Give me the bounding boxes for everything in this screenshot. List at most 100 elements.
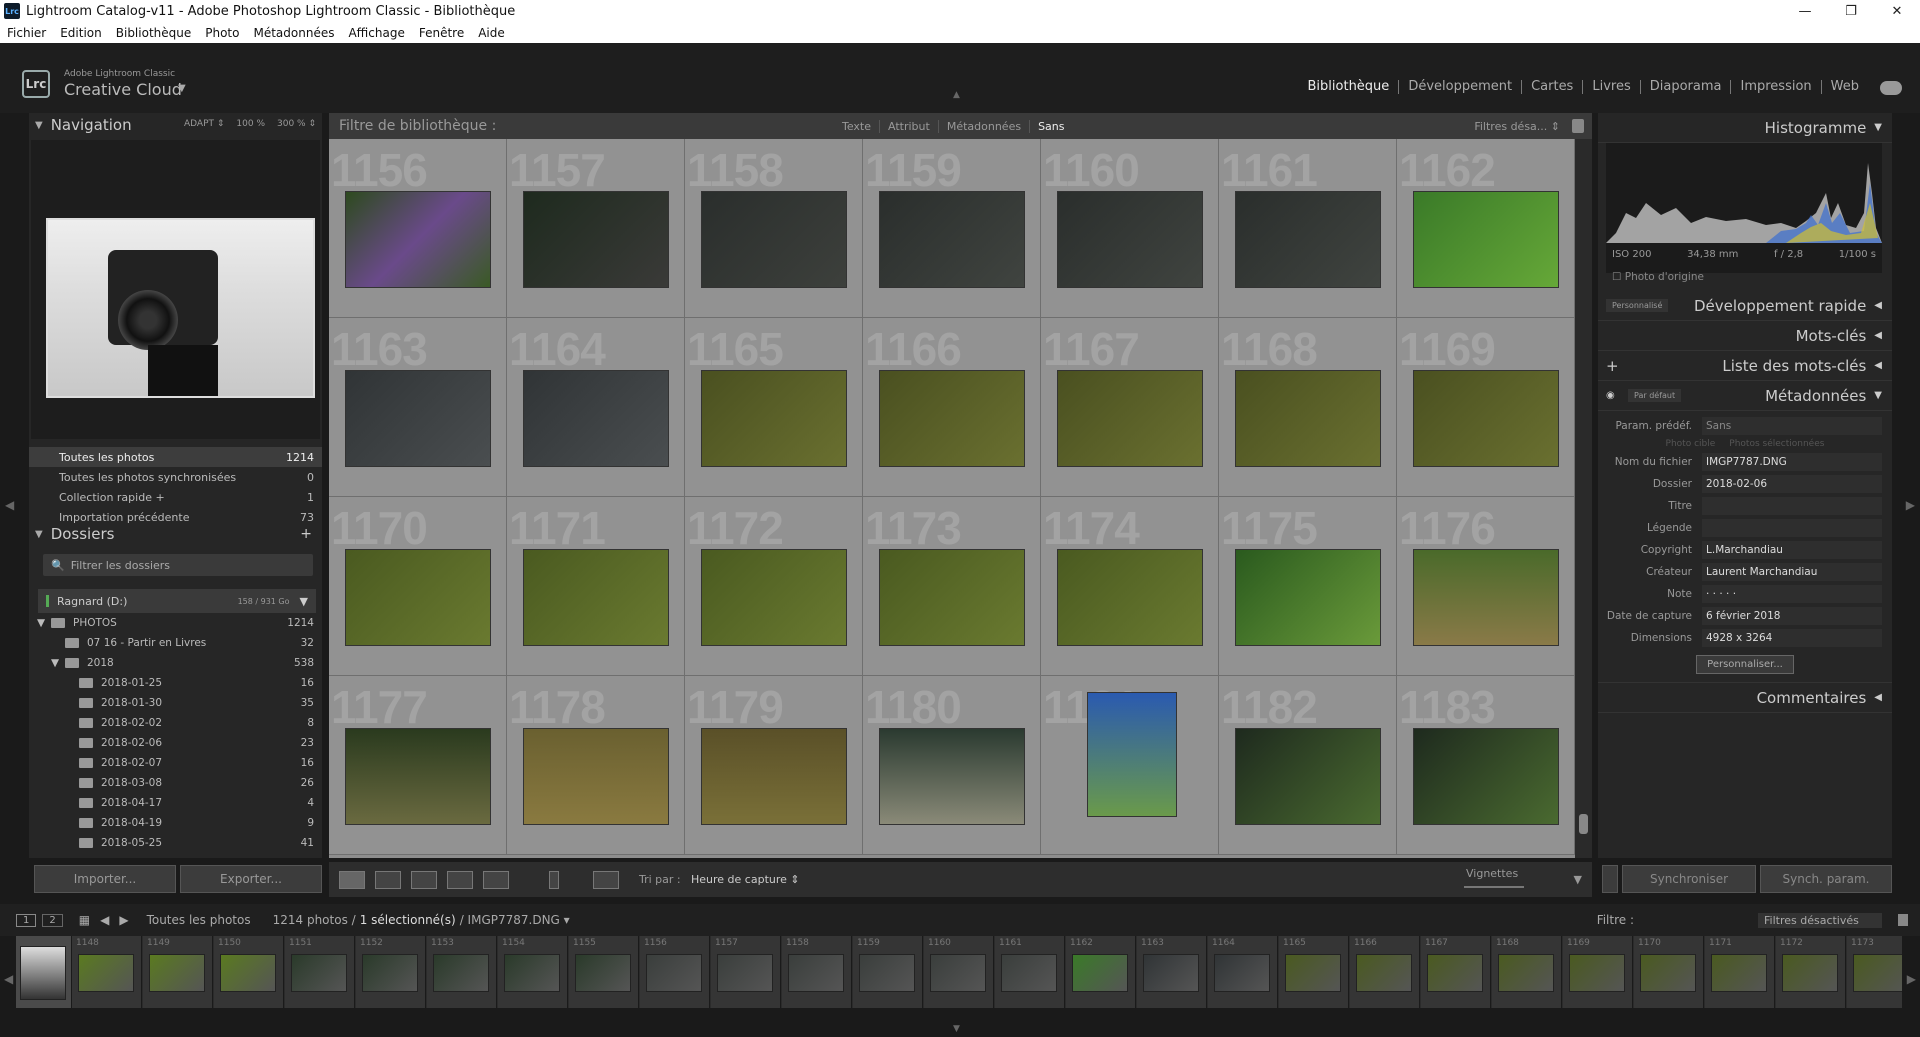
filmstrip-cell[interactable]: 1159 [853, 936, 923, 1008]
comments-header[interactable]: Commentaires ◀ [1598, 683, 1892, 713]
filmstrip-thumbnail[interactable] [20, 946, 66, 1000]
grid-cell[interactable]: 1176 [1397, 497, 1575, 676]
folder-row[interactable]: ▼ 2018 538 [29, 653, 322, 673]
cloud-sync-icon[interactable] [1880, 81, 1902, 95]
filmstrip-thumbnail[interactable] [220, 954, 276, 992]
filmstrip-thumbnail[interactable] [930, 954, 986, 992]
photo-thumbnail[interactable] [1413, 549, 1559, 646]
photo-thumbnail[interactable] [701, 370, 847, 467]
filmstrip-thumbnail[interactable] [433, 954, 489, 992]
metadata-value[interactable] [1702, 519, 1882, 537]
grid-cell[interactable]: 1156 [329, 139, 507, 318]
eye-icon[interactable]: ◉ [1606, 390, 1615, 401]
quick-develop-header[interactable]: Personnalisé Développement rapide ◀ [1598, 291, 1892, 321]
filter-none[interactable]: Sans [1029, 119, 1072, 133]
grid-cell[interactable]: 1182 [1219, 676, 1397, 855]
filmstrip-thumbnail[interactable] [362, 954, 418, 992]
menu-bibliotheque[interactable]: Bibliothèque [116, 26, 192, 40]
export-button[interactable]: Exporter... [180, 865, 322, 893]
volume-row[interactable]: Ragnard (D:) 158 / 931 Go ▼ [38, 589, 316, 613]
filmstrip-thumbnail[interactable] [1001, 954, 1057, 992]
module-livres[interactable]: Livres [1582, 80, 1639, 94]
sync-toggle-icon[interactable] [1602, 865, 1618, 893]
photo-thumbnail[interactable] [345, 370, 491, 467]
filmstrip-thumbnail[interactable] [717, 954, 773, 992]
folder-row[interactable]: 2018-04-17 4 [29, 793, 322, 813]
forward-arrow-icon[interactable]: ▶ [119, 913, 128, 927]
menu-photo[interactable]: Photo [205, 26, 239, 40]
keyword-list-header[interactable]: + Liste des mots-clés ◀ [1598, 351, 1892, 381]
folder-row[interactable]: ▼ PHOTOS 1214 [29, 613, 322, 633]
photo-thumbnail[interactable] [879, 370, 1025, 467]
folder-filter-input[interactable]: 🔍 Filtrer les dossiers [43, 554, 313, 576]
navigator-image[interactable] [46, 218, 315, 398]
module-diaporama[interactable]: Diaporama [1639, 80, 1731, 94]
photo-thumbnail[interactable] [523, 549, 669, 646]
grid-cell[interactable]: 1168 [1219, 318, 1397, 497]
filmstrip-cell[interactable]: 1163 [1137, 936, 1207, 1008]
photo-thumbnail[interactable] [345, 191, 491, 288]
filmstrip-cell[interactable]: 1157 [711, 936, 781, 1008]
grid-cell[interactable]: 1175 [1219, 497, 1397, 676]
filmstrip-cell[interactable]: 1168 [1492, 936, 1562, 1008]
photo-thumbnail[interactable] [345, 728, 491, 825]
filter-metadata[interactable]: Métadonnées [937, 119, 1029, 133]
catalog-item[interactable]: Collection rapide +1 [29, 487, 322, 507]
metadata-value[interactable]: L.Marchandiau [1702, 541, 1882, 559]
photo-thumbnail[interactable] [1057, 549, 1203, 646]
grid-cell[interactable]: 1157 [507, 139, 685, 318]
filmstrip-cell[interactable]: 1148 [72, 936, 142, 1008]
filmstrip-thumbnail[interactable] [788, 954, 844, 992]
menu-edition[interactable]: Edition [60, 26, 102, 40]
photo-thumbnail[interactable] [1057, 370, 1203, 467]
filmstrip-cell[interactable]: 1166 [1350, 936, 1420, 1008]
photo-thumbnail[interactable] [1087, 692, 1177, 817]
filmstrip-cell[interactable]: 1154 [498, 936, 568, 1008]
grid-scrollbar[interactable] [1575, 139, 1592, 858]
grid-cell[interactable]: 1177 [329, 676, 507, 855]
photo-thumbnail[interactable] [1235, 728, 1381, 825]
grid-cell[interactable]: 1170 [329, 497, 507, 676]
module-web[interactable]: Web [1820, 80, 1868, 94]
grid-cell[interactable]: 1174 [1041, 497, 1219, 676]
grid-cell[interactable]: 1173 [863, 497, 1041, 676]
original-photo-checkbox[interactable]: ☐ Photo d'origine [1612, 271, 1704, 283]
filmstrip-cell[interactable]: 1156 [640, 936, 710, 1008]
sync-settings-button[interactable]: Synch. param. [1760, 865, 1892, 893]
folders-header[interactable]: ▼ Dossiers + [29, 522, 322, 546]
grid-cell[interactable]: 1183 [1397, 676, 1575, 855]
sync-button[interactable]: Synchroniser [1622, 865, 1756, 893]
selected-file[interactable]: / IMGP7787.DNG ▾ [460, 913, 570, 927]
customize-button[interactable]: Personnaliser... [1696, 655, 1794, 674]
photo-thumbnail[interactable] [1235, 370, 1381, 467]
filmstrip-cell[interactable]: 1153 [427, 936, 497, 1008]
zoom-300[interactable]: 300 % ⇕ [277, 119, 316, 129]
filmstrip-cell[interactable]: 1170 [1634, 936, 1704, 1008]
filmstrip-cell[interactable]: 1149 [143, 936, 213, 1008]
filmstrip-cell[interactable]: 1155 [569, 936, 639, 1008]
grid-cell[interactable]: 1160 [1041, 139, 1219, 318]
lock-icon[interactable] [1572, 119, 1584, 133]
compare-view-icon[interactable] [411, 870, 437, 889]
menu-fichier[interactable]: Fichier [7, 26, 46, 40]
filmstrip-cell[interactable]: 1150 [214, 936, 284, 1008]
folder-row[interactable]: 2018-03-08 26 [29, 773, 322, 793]
back-arrow-icon[interactable]: ◀ [100, 913, 109, 927]
grid-cell[interactable]: 1171 [507, 497, 685, 676]
grid-cell[interactable]: 1163 [329, 318, 507, 497]
filmstrip-cell[interactable]: 1169 [1563, 936, 1633, 1008]
window-1-button[interactable]: 1 [16, 913, 37, 927]
metadata-value[interactable]: · · · · · [1702, 585, 1882, 603]
filmstrip-thumbnail[interactable] [1285, 954, 1341, 992]
window-2-button[interactable]: 2 [42, 913, 63, 927]
grid-cell[interactable]: 1179 [685, 676, 863, 855]
filter-attribute[interactable]: Attribut [879, 119, 938, 133]
catalog-item[interactable]: Toutes les photos 1214 [29, 447, 322, 467]
grid-cell[interactable]: 1162 [1397, 139, 1575, 318]
photo-thumbnail[interactable] [701, 549, 847, 646]
filmstrip-left-arrow-icon[interactable]: ◀ [4, 972, 13, 986]
survey-view-icon[interactable] [447, 870, 473, 889]
photo-thumbnail[interactable] [523, 728, 669, 825]
grid-cell[interactable]: 1165 [685, 318, 863, 497]
folder-row[interactable]: 2018-02-06 23 [29, 733, 322, 753]
